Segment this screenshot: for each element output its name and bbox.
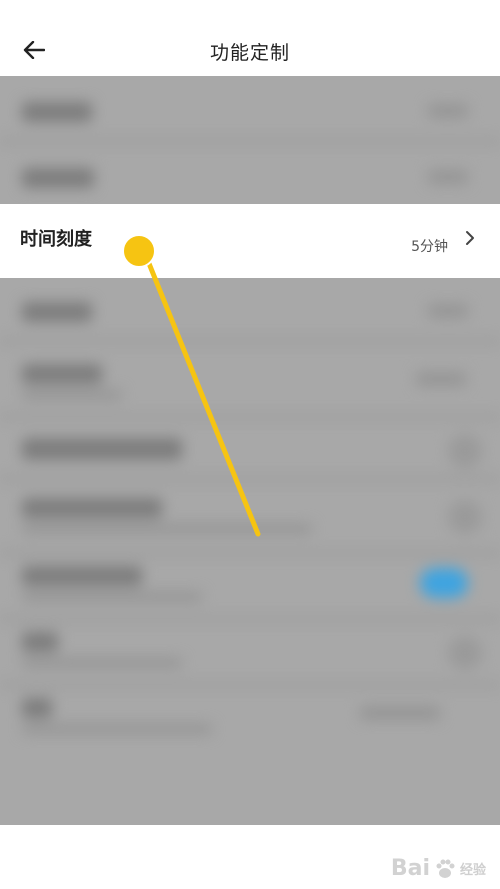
watermark: Bai 经验 (391, 856, 486, 881)
page-title: 功能定制 (209, 42, 290, 64)
bottom-band: Bai 经验 (0, 825, 500, 889)
watermark-brand: Bai (390, 856, 430, 881)
blurred-content (0, 76, 500, 825)
baidu-paw-icon (436, 859, 455, 878)
top-app-bar: 功能定制 (0, 0, 500, 76)
chevron-right-icon (466, 231, 474, 245)
setting-row-time-scale[interactable]: 时间刻度 5分钟 (0, 204, 500, 278)
watermark-suffix: 经验 (459, 863, 486, 878)
setting-value: 5分钟 (411, 239, 448, 255)
setting-label: 时间刻度 (20, 229, 92, 250)
dimmed-settings-list (0, 76, 500, 825)
